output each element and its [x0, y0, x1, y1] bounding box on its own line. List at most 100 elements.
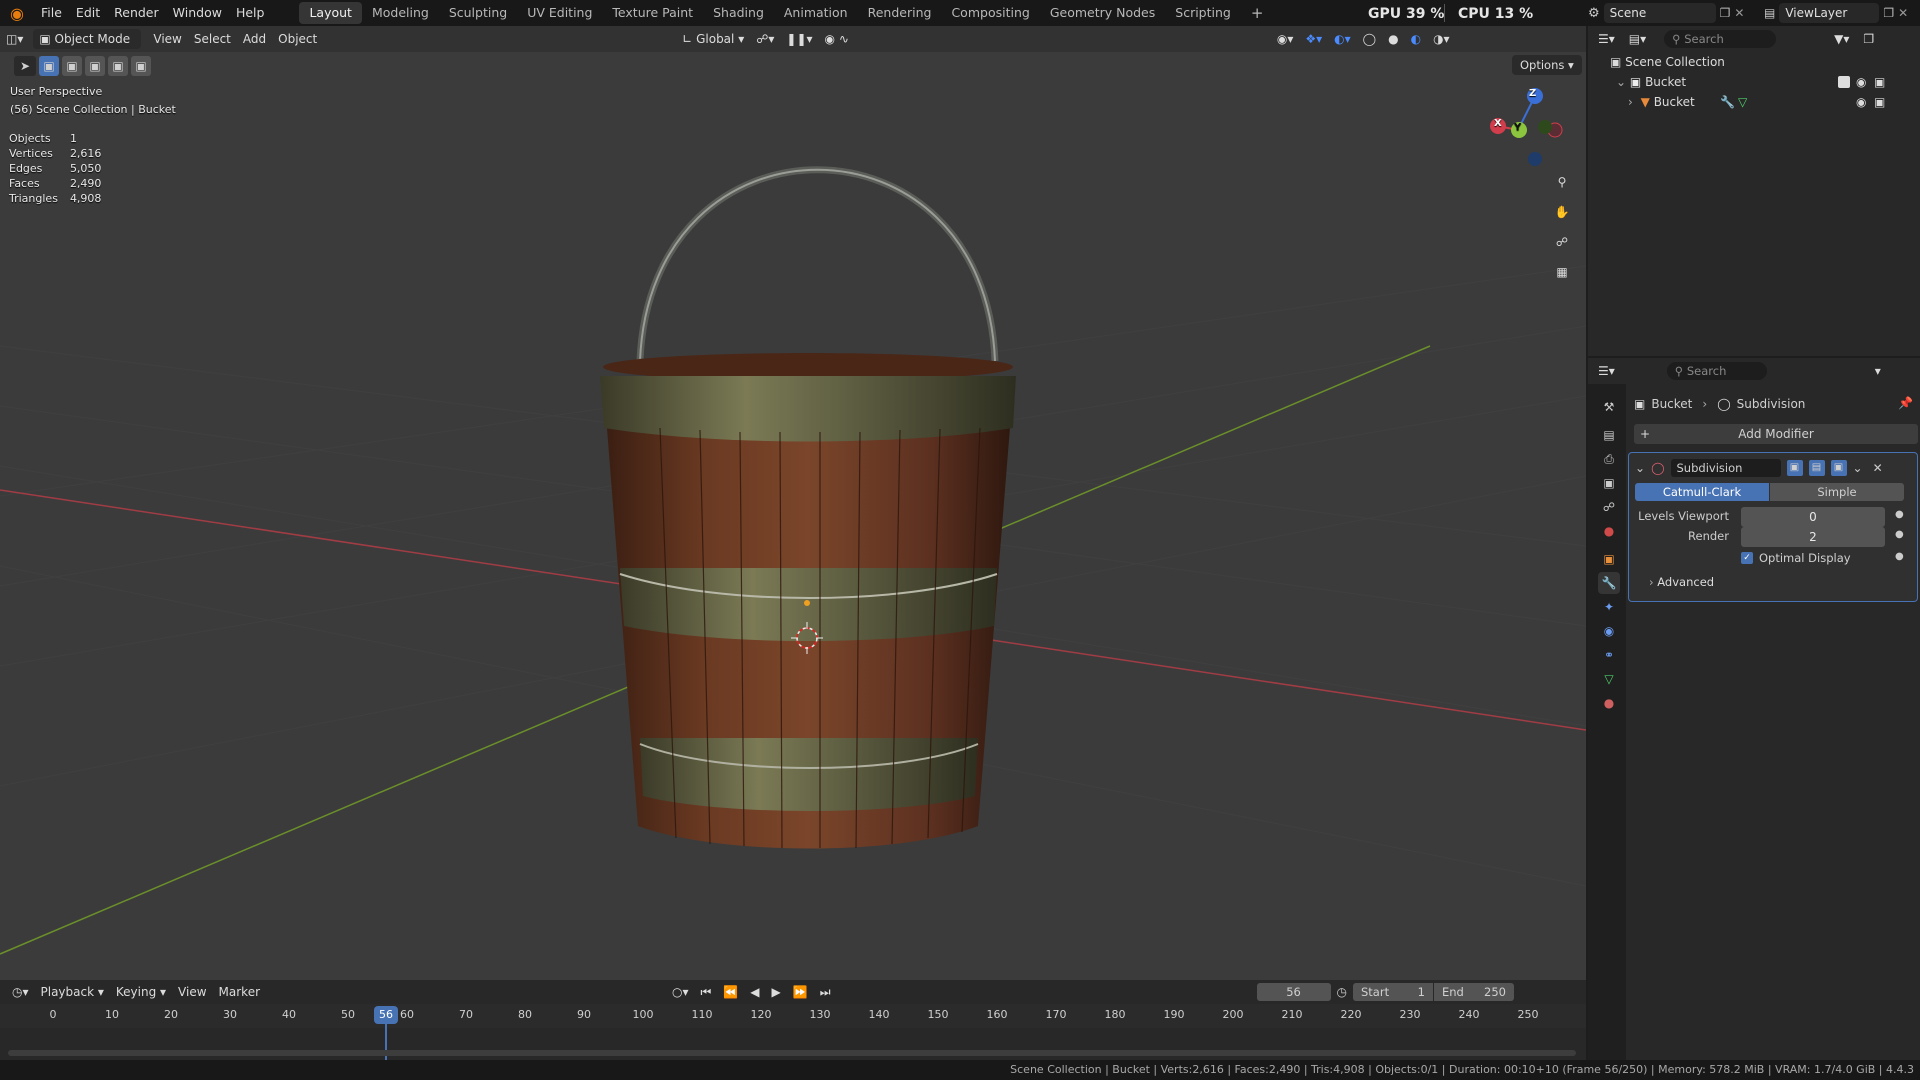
- outliner-editor-type-icon[interactable]: ☰▾: [1598, 32, 1615, 46]
- add-modifier-button[interactable]: + Add Modifier: [1634, 424, 1918, 444]
- tab-rendering[interactable]: Rendering: [858, 2, 942, 24]
- advanced-subpanel[interactable]: › Advanced: [1649, 575, 1714, 589]
- shading-material-icon[interactable]: ◐: [1405, 29, 1427, 49]
- expand-chevron-icon[interactable]: ⌄: [1616, 75, 1626, 89]
- properties-search-input[interactable]: ⚲ Search: [1666, 362, 1767, 380]
- tab-compositing[interactable]: Compositing: [941, 2, 1039, 24]
- world-tab-icon[interactable]: ●: [1598, 520, 1620, 542]
- select-tool-icon[interactable]: ➤: [14, 56, 36, 76]
- menu-keying[interactable]: Keying ▾: [110, 982, 172, 1002]
- tab-animation[interactable]: Animation: [774, 2, 858, 24]
- output-tab-icon[interactable]: ⎙: [1598, 448, 1620, 470]
- tool-tab-icon[interactable]: ⚒: [1598, 396, 1620, 418]
- tab-sculpting[interactable]: Sculpting: [439, 2, 517, 24]
- scene-icon[interactable]: ⚙: [1588, 6, 1600, 21]
- shading-wireframe-icon[interactable]: ◯: [1357, 29, 1382, 49]
- render-toggle-icon[interactable]: ▣: [1830, 460, 1847, 476]
- gizmo-toggle-icon[interactable]: ❖▾: [1299, 29, 1328, 49]
- grid-view-icon[interactable]: ▦: [1550, 260, 1574, 284]
- edit-mode-toggle-icon[interactable]: ▣: [1786, 460, 1803, 476]
- collapse-chevron-icon[interactable]: ⌄: [1635, 461, 1645, 475]
- checkbox-checked-icon[interactable]: ✓: [1741, 552, 1753, 564]
- menu-select[interactable]: Select: [188, 29, 237, 49]
- tab-geometry-nodes[interactable]: Geometry Nodes: [1040, 2, 1165, 24]
- select-new-icon[interactable]: ▣: [39, 56, 59, 76]
- eye-icon[interactable]: ◉: [1856, 92, 1866, 112]
- timeline-playhead[interactable]: 56: [374, 1006, 398, 1024]
- modifier-tab-icon[interactable]: 🔧: [1598, 572, 1620, 594]
- new-view-layer-icon[interactable]: ❐: [1883, 6, 1894, 20]
- camera-icon[interactable]: ▣: [1874, 92, 1885, 112]
- gizmo-z-label[interactable]: Z: [1529, 88, 1536, 99]
- menu-edit[interactable]: Edit: [69, 0, 107, 26]
- modifier-wrench-icon[interactable]: 🔧: [1720, 92, 1735, 112]
- auto-key-icon[interactable]: ○▾: [666, 982, 695, 1002]
- jump-end-icon[interactable]: ⏭: [814, 982, 837, 1002]
- visibility-icon[interactable]: ◉▾: [1271, 29, 1300, 49]
- delete-scene-icon[interactable]: ✕: [1734, 6, 1744, 20]
- gizmo-x-label[interactable]: X: [1494, 118, 1502, 129]
- modifier-dropdown-icon[interactable]: ⌄: [1853, 461, 1863, 475]
- snap-icon[interactable]: ❚❚▾: [780, 29, 818, 49]
- tab-layout[interactable]: Layout: [299, 2, 362, 24]
- proportional-edit-icon[interactable]: ◉ ∿: [819, 29, 855, 49]
- outliner-object-row[interactable]: › ▼ Bucket 🔧 ▽ ◉ ▣: [1628, 92, 1916, 112]
- menu-object[interactable]: Object: [272, 29, 323, 49]
- play-reverse-icon[interactable]: ◀: [744, 982, 765, 1002]
- view-layer-icon[interactable]: ▤: [1764, 6, 1775, 20]
- menu-help[interactable]: Help: [229, 0, 272, 26]
- eye-icon[interactable]: ◉: [1856, 72, 1866, 92]
- optimal-display-checkbox[interactable]: ✓ Optimal Display: [1741, 551, 1851, 565]
- next-keyframe-icon[interactable]: ⏩: [787, 982, 814, 1002]
- tab-scripting[interactable]: Scripting: [1165, 2, 1241, 24]
- delete-view-layer-icon[interactable]: ✕: [1898, 6, 1908, 20]
- physics-tab-icon[interactable]: ◉: [1598, 620, 1620, 642]
- properties-options-icon[interactable]: ▾: [1875, 364, 1881, 378]
- overlay-toggle-icon[interactable]: ◐▾: [1328, 29, 1357, 49]
- keyframe-dot-icon[interactable]: ●: [1895, 529, 1904, 540]
- keyframe-dot-icon[interactable]: ●: [1895, 551, 1904, 562]
- 3d-viewport[interactable]: ◫▾ ▣ Object Mode ▾ View Select Add Objec…: [0, 26, 1586, 980]
- camera-icon[interactable]: ▣: [1874, 72, 1885, 92]
- zoom-icon[interactable]: ⚲: [1550, 170, 1574, 194]
- play-icon[interactable]: ▶: [766, 982, 787, 1002]
- viewport-toggle-icon[interactable]: ▤: [1808, 460, 1825, 476]
- render-tab-icon[interactable]: ▤: [1598, 424, 1620, 446]
- scene-selector[interactable]: Scene: [1603, 3, 1716, 23]
- select-invert-icon[interactable]: ▣: [108, 56, 128, 76]
- tab-shading[interactable]: Shading: [703, 2, 774, 24]
- current-frame-field[interactable]: 56: [1256, 983, 1331, 1001]
- jump-start-icon[interactable]: ⏮: [695, 982, 718, 1002]
- shading-rendered-icon[interactable]: ◑▾: [1427, 29, 1456, 49]
- select-subtract-icon[interactable]: ▣: [85, 56, 105, 76]
- scene-tab-icon[interactable]: ☍: [1598, 496, 1620, 518]
- remove-modifier-icon[interactable]: ✕: [1873, 461, 1883, 475]
- menu-view[interactable]: View: [147, 29, 187, 49]
- outliner-scene-collection[interactable]: ▣ Scene Collection: [1610, 52, 1725, 72]
- shading-solid-icon[interactable]: ●: [1382, 29, 1404, 49]
- pan-hand-icon[interactable]: ✋: [1550, 200, 1574, 224]
- menu-render[interactable]: Render: [107, 0, 166, 26]
- menu-timeline-view[interactable]: View: [172, 982, 212, 1002]
- constraints-tab-icon[interactable]: ⚭: [1598, 644, 1620, 666]
- timeline-scrollbar[interactable]: [8, 1050, 1576, 1056]
- editor-type-icon[interactable]: ◫▾: [0, 29, 29, 49]
- tab-texture-paint[interactable]: Texture Paint: [602, 2, 703, 24]
- object-tab-icon[interactable]: ▣: [1598, 548, 1620, 570]
- levels-viewport-field[interactable]: 0: [1741, 507, 1885, 527]
- menu-add[interactable]: Add: [237, 29, 272, 49]
- timeline-editor-type-icon[interactable]: ◷▾: [6, 982, 35, 1002]
- prev-keyframe-icon[interactable]: ⏪: [717, 982, 744, 1002]
- blender-logo-icon[interactable]: ◉: [0, 4, 34, 23]
- menu-window[interactable]: Window: [166, 0, 229, 26]
- outliner-collection-row[interactable]: ⌄ ▣ Bucket ◉ ▣: [1616, 72, 1916, 92]
- transform-orientation-selector[interactable]: ∟ Global ▾: [676, 29, 750, 49]
- camera-view-icon[interactable]: ☍: [1550, 230, 1574, 254]
- data-tab-icon[interactable]: ▽: [1598, 668, 1620, 690]
- menu-playback[interactable]: Playback ▾: [35, 982, 110, 1002]
- start-frame-field[interactable]: Start 1: [1353, 983, 1433, 1001]
- mode-selector[interactable]: ▣ Object Mode ▾: [33, 29, 142, 66]
- tab-uv-editing[interactable]: UV Editing: [517, 2, 602, 24]
- subdivision-type-simple[interactable]: Simple: [1770, 483, 1904, 501]
- tab-modeling[interactable]: Modeling: [362, 2, 439, 24]
